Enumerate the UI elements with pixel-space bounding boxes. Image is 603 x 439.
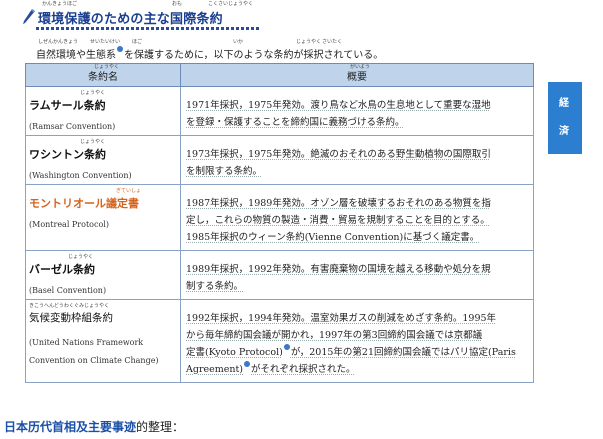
treaty-english: (Washington Convention) [29, 171, 132, 180]
treaty-summary-cell: 1992年採択，1994年発効。温室効果ガスの削減をめざす条約。1995年 から… [180, 299, 534, 383]
table-header-row: じょうやく 条約名 がいよう 概要 [25, 63, 534, 87]
title-ruby-kankyou: かんきょうほご [42, 1, 78, 7]
treaty-english: (Basel Convention) [29, 286, 107, 295]
intro-ruby-ika: いか [233, 39, 244, 45]
table-row: じょうやく ワシントン条約 (Washington Convention) 19… [25, 135, 534, 185]
intro-ruby-seitai: せいたいけい [90, 39, 121, 45]
note-marker-icon [283, 344, 290, 350]
treaty-summary-cell: 1989年採択，1992年発効。有害廃棄物の国境を越える移動や処分を規 制する条… [180, 250, 534, 300]
treaty-name: バーゼル条約 [29, 263, 95, 276]
note-marker-icon [244, 361, 250, 367]
treaty-summary-cell: 1987年採択，1989年発効。オゾン層を破壊するおそれのある物質を指 定し，こ… [180, 184, 534, 251]
pencil-icon [23, 9, 35, 24]
table-row: きこうへんどうわくぐみじょうやく 気候変動枠組条約 (United Nation… [25, 299, 534, 383]
treaty-english: (Ramsar Convention) [29, 122, 116, 131]
intro-ruby-hogo: ほご [132, 39, 143, 45]
section-title-block: かんきょうほご おも こくさいじょうやく 環境保護のための主な国際条約 [22, 2, 261, 30]
treaty-table: じょうやく 条約名 がいよう 概要 じょうやく ラムサール条約 (Ramsar … [25, 63, 534, 383]
treaty-name: 気候変動枠組条約 [29, 312, 113, 324]
header-summary: がいよう 概要 [180, 63, 534, 87]
treaty-name-cell: じょうやく ラムサール条約 (Ramsar Convention) [25, 86, 181, 136]
treaty-summary-cell: 1971年採択，1975年発効。渡り鳥など水鳥の生息地として重要な湿地 を登録・… [180, 86, 534, 136]
title-ruby-shu: おも [172, 1, 183, 7]
table-row: ぎていしょ モントリオール議定書 (Montreal Protocol) 198… [25, 184, 534, 251]
note-marker-icon [117, 46, 123, 52]
bottom-link-text[interactable]: 日本历代首相及主要事迹 [4, 420, 136, 434]
header-treaty-name: じょうやく 条約名 [25, 63, 181, 87]
intro-ruby-saitaku: さいたく [322, 39, 343, 45]
title-underline [36, 27, 261, 30]
side-tab-char: 済 [559, 126, 569, 137]
intro-text: 自然環境や生態系 を保護するために，以下のような条約が採択されている。 [36, 46, 383, 61]
treaty-name-cell: きこうへんどうわくぐみじょうやく 気候変動枠組条約 (United Nation… [25, 299, 181, 383]
treaty-english: (Montreal Protocol) [29, 220, 109, 229]
table-row: じょうやく ラムサール条約 (Ramsar Convention) 1971年採… [25, 86, 534, 136]
table-row: じょうやく バーゼル条約 (Basel Convention) 1989年採択，… [25, 250, 534, 300]
bottom-caption: 日本历代首相及主要事迹的整理： [4, 420, 185, 434]
treaty-name-cell: ぎていしょ モントリオール議定書 (Montreal Protocol) [25, 184, 181, 251]
treaty-summary-cell: 1973年採択，1975年発効。絶滅のおそれのある野生動植物の国際取引 を制限す… [180, 135, 534, 185]
treaty-name-cell: じょうやく ワシントン条約 (Washington Convention) [25, 135, 181, 185]
treaty-name: ラムサール条約 [29, 99, 106, 112]
treaty-english: (United Nations Framework Convention on … [29, 338, 159, 365]
page-title: 環境保護のための主な国際条約 [38, 12, 223, 27]
side-tab-char: 経 [559, 98, 569, 109]
treaty-name: モントリオール議定書 [29, 197, 139, 210]
title-ruby-kokusai: こくさいじょうやく [208, 1, 254, 7]
treaty-name: ワシントン条約 [29, 148, 106, 161]
intro-ruby-shizen: しぜんかんきょう [38, 39, 79, 45]
side-tab-economy[interactable]: 経 済 [548, 82, 582, 154]
intro-ruby-jouyaku: じょうやく [296, 39, 322, 45]
treaty-name-cell: じょうやく バーゼル条約 (Basel Convention) [25, 250, 181, 300]
